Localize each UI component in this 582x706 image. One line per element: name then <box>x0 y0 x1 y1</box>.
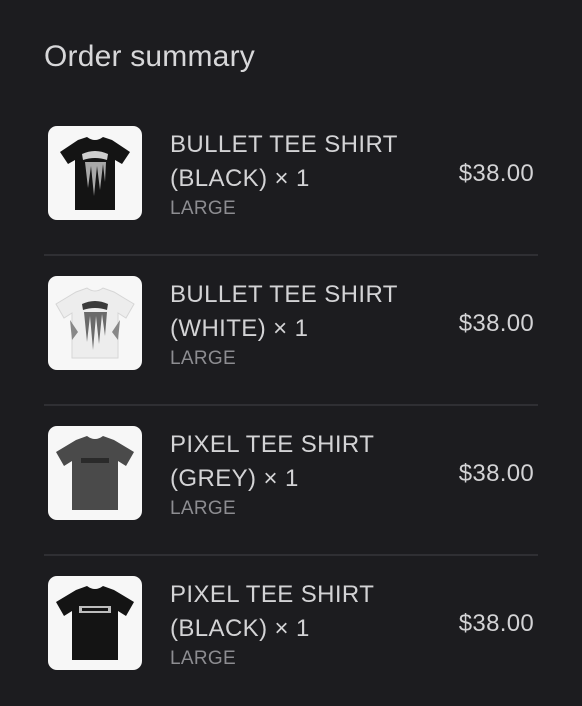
product-size: LARGE <box>170 498 236 519</box>
product-name-line: BULLET TEE SHIRT <box>170 281 398 308</box>
product-price: $38.00 <box>458 610 534 637</box>
product-name-line: PIXEL TEE SHIRT <box>170 581 375 608</box>
product-thumbnail <box>48 126 142 220</box>
product-price: $38.00 <box>458 160 534 187</box>
product-name: PIXEL TEE SHIRT (BLACK) × 1 <box>170 578 420 646</box>
product-price: $38.00 <box>458 460 534 487</box>
product-size: LARGE <box>170 648 236 669</box>
order-item: PIXEL TEE SHIRT (GREY) × 1 LARGE $38.00 <box>0 406 582 556</box>
order-items-list: BULLET TEE SHIRT (BLACK) × 1 LARGE $38.0… <box>0 106 582 706</box>
order-item: PIXEL TEE SHIRT (BLACK) × 1 LARGE $38.00 <box>0 556 582 706</box>
product-price: $38.00 <box>458 310 534 337</box>
product-thumbnail <box>48 576 142 670</box>
product-name-line: PIXEL TEE SHIRT <box>170 431 375 458</box>
product-thumbnail <box>48 276 142 370</box>
product-name-line: BULLET TEE SHIRT <box>170 131 398 158</box>
product-size: LARGE <box>170 198 236 219</box>
product-name: BULLET TEE SHIRT (WHITE) × 1 <box>170 278 420 346</box>
order-item: BULLET TEE SHIRT (BLACK) × 1 LARGE $38.0… <box>0 106 582 256</box>
black-tshirt-icon <box>60 137 130 210</box>
product-name: PIXEL TEE SHIRT (GREY) × 1 <box>170 428 420 496</box>
product-name-quantity: (GREY) × 1 <box>170 465 299 492</box>
order-item: BULLET TEE SHIRT (WHITE) × 1 LARGE $38.0… <box>0 256 582 406</box>
product-name-quantity: (BLACK) × 1 <box>170 615 310 642</box>
white-tshirt-icon <box>55 287 135 359</box>
order-summary-title: Order summary <box>44 40 255 73</box>
black-tshirt-icon <box>56 586 134 660</box>
product-name-quantity: (BLACK) × 1 <box>170 165 310 192</box>
product-name: BULLET TEE SHIRT (BLACK) × 1 <box>170 128 420 196</box>
product-size: LARGE <box>170 348 236 369</box>
grey-tshirt-icon <box>56 436 134 510</box>
product-name-quantity: (WHITE) × 1 <box>170 315 309 342</box>
product-thumbnail <box>48 426 142 520</box>
